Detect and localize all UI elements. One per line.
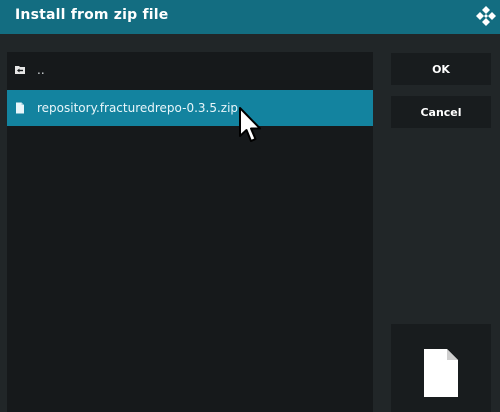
title-bar: Install from zip file xyxy=(0,0,500,34)
mouse-cursor-icon xyxy=(239,107,261,142)
list-item-parent-directory[interactable]: .. xyxy=(7,52,373,88)
file-list: .. repository.fracturedrepo-0.3.5.zip xyxy=(7,52,373,412)
dialog-title: Install from zip file xyxy=(15,7,169,23)
side-panel: OK Cancel xyxy=(384,34,500,412)
file-preview xyxy=(391,324,491,412)
folder-back-icon xyxy=(15,66,25,74)
file-icon xyxy=(16,102,24,114)
list-item-zip-file[interactable]: repository.fracturedrepo-0.3.5.zip xyxy=(7,90,373,126)
ok-button[interactable]: OK xyxy=(391,53,491,85)
file-large-icon xyxy=(424,349,458,397)
kodi-logo-icon[interactable] xyxy=(475,5,497,27)
cancel-button[interactable]: Cancel xyxy=(391,96,491,128)
list-item-label: repository.fracturedrepo-0.3.5.zip xyxy=(37,101,239,115)
list-item-label: .. xyxy=(37,63,45,77)
